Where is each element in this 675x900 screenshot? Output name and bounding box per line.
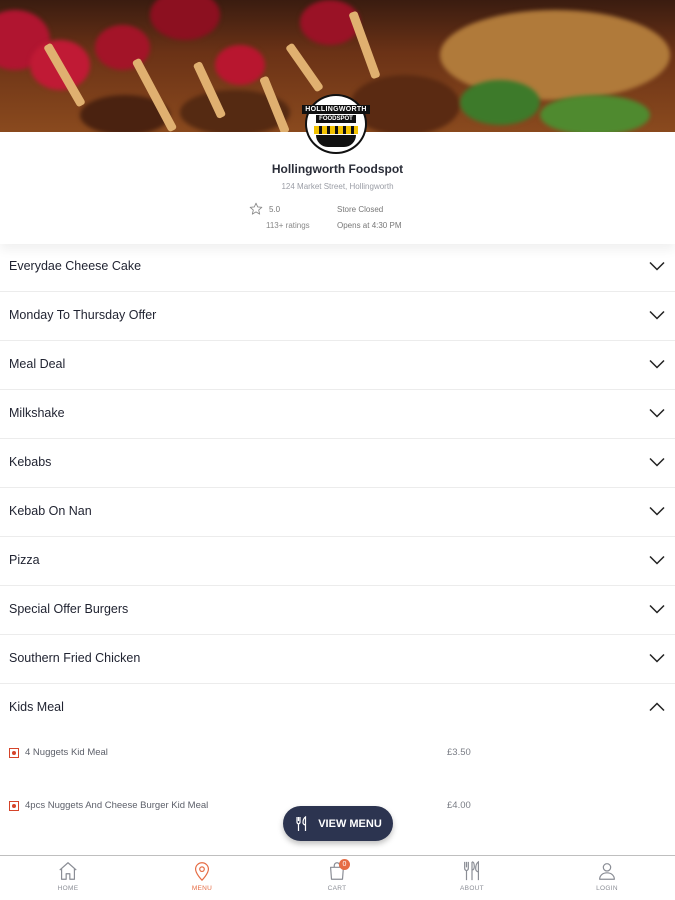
chevron-down-icon[interactable] [649, 258, 665, 274]
nav-home[interactable]: HOME [28, 860, 108, 892]
category-label: Everydae Cheese Cake [9, 259, 142, 273]
home-icon [59, 862, 77, 880]
category-label: Southern Fried Chicken [9, 651, 141, 665]
nav-about[interactable]: ABOUT [432, 860, 512, 892]
category-kebabs[interactable]: Kebabs [0, 439, 675, 488]
chevron-down-icon[interactable] [649, 552, 665, 568]
nav-menu[interactable]: MENU [162, 860, 242, 892]
chevron-up-icon[interactable] [649, 699, 665, 715]
nav-menu-label: MENU [191, 885, 213, 892]
bottom-navigation: HOME MENU 0 CART ABOUT LOGIN [0, 855, 675, 900]
menu-item-name: 4 Nuggets Kid Meal [25, 747, 108, 758]
category-label: Meal Deal [9, 357, 66, 371]
view-menu-label: VIEW MENU [318, 817, 382, 830]
nav-cart-label: CART [327, 885, 347, 892]
category-label: Milkshake [9, 406, 65, 420]
logo-text-top: HOLLINGWORTH [302, 105, 370, 114]
menu-category-list: Everydae Cheese Cake Monday To Thursday … [0, 243, 675, 733]
logo-bun [316, 135, 356, 147]
category-everydae-cheese-cake[interactable]: Everydae Cheese Cake [0, 243, 675, 292]
nav-login-label: LOGIN [596, 885, 618, 892]
chevron-down-icon[interactable] [649, 405, 665, 421]
nav-about-label: ABOUT [460, 885, 484, 892]
cart-count-badge: 0 [339, 859, 350, 870]
category-pizza[interactable]: Pizza [0, 537, 675, 586]
store-name: Hollingworth Foodspot [271, 162, 404, 176]
menu-item[interactable]: 4 Nuggets Kid Meal £3.50 [0, 730, 675, 783]
star-icon [249, 202, 263, 215]
category-milkshake[interactable]: Milkshake [0, 390, 675, 439]
view-menu-button[interactable]: VIEW MENU [283, 806, 393, 841]
store-logo: HOLLINGWORTH FOODSPOT [302, 94, 370, 154]
menu-item-price: £3.50 [447, 747, 471, 758]
store-address: 124 Market Street, Hollingworth [281, 182, 394, 191]
chevron-down-icon[interactable] [649, 307, 665, 323]
logo-stripe [314, 126, 358, 134]
location-pin-icon [194, 862, 210, 882]
category-label: Kids Meal [9, 700, 64, 714]
chevron-down-icon[interactable] [649, 356, 665, 372]
ratings-count: 113+ ratings [266, 221, 310, 230]
cutlery-icon [464, 860, 480, 881]
category-label: Special Offer Burgers [9, 602, 129, 616]
category-kebab-on-nan[interactable]: Kebab On Nan [0, 488, 675, 537]
category-label: Kebab On Nan [9, 504, 92, 518]
category-label: Monday To Thursday Offer [9, 308, 157, 322]
rating-value: 5.0 [269, 205, 281, 214]
chevron-down-icon[interactable] [649, 650, 665, 666]
menu-item-name: 4pcs Nuggets And Cheese Burger Kid Meal [25, 800, 209, 811]
non-veg-indicator-icon [9, 801, 19, 811]
store-status: Store Closed Opens at 4:30 PM [337, 205, 401, 230]
category-southern-fried-chicken[interactable]: Southern Fried Chicken [0, 635, 675, 684]
category-monday-to-thursday-offer[interactable]: Monday To Thursday Offer [0, 292, 675, 341]
nav-cart[interactable]: 0 CART [297, 859, 377, 892]
non-veg-indicator-icon [9, 748, 19, 758]
chevron-down-icon[interactable] [649, 454, 665, 470]
nav-login[interactable]: LOGIN [567, 860, 647, 892]
category-special-offer-burgers[interactable]: Special Offer Burgers [0, 586, 675, 635]
nav-home-label: HOME [57, 885, 79, 892]
chevron-down-icon[interactable] [649, 503, 665, 519]
menu-item-price: £4.00 [447, 800, 471, 811]
chevron-down-icon[interactable] [649, 601, 665, 617]
category-label: Kebabs [9, 455, 52, 469]
user-icon [599, 863, 615, 880]
category-meal-deal[interactable]: Meal Deal [0, 341, 675, 390]
category-label: Pizza [9, 553, 40, 567]
category-kids-meal[interactable]: Kids Meal [0, 684, 675, 733]
store-closed-label: Store Closed [337, 205, 384, 214]
store-opening-time: Opens at 4:30 PM [337, 221, 402, 230]
logo-text-bottom: FOODSPOT [316, 115, 356, 123]
cutlery-icon [296, 815, 307, 831]
